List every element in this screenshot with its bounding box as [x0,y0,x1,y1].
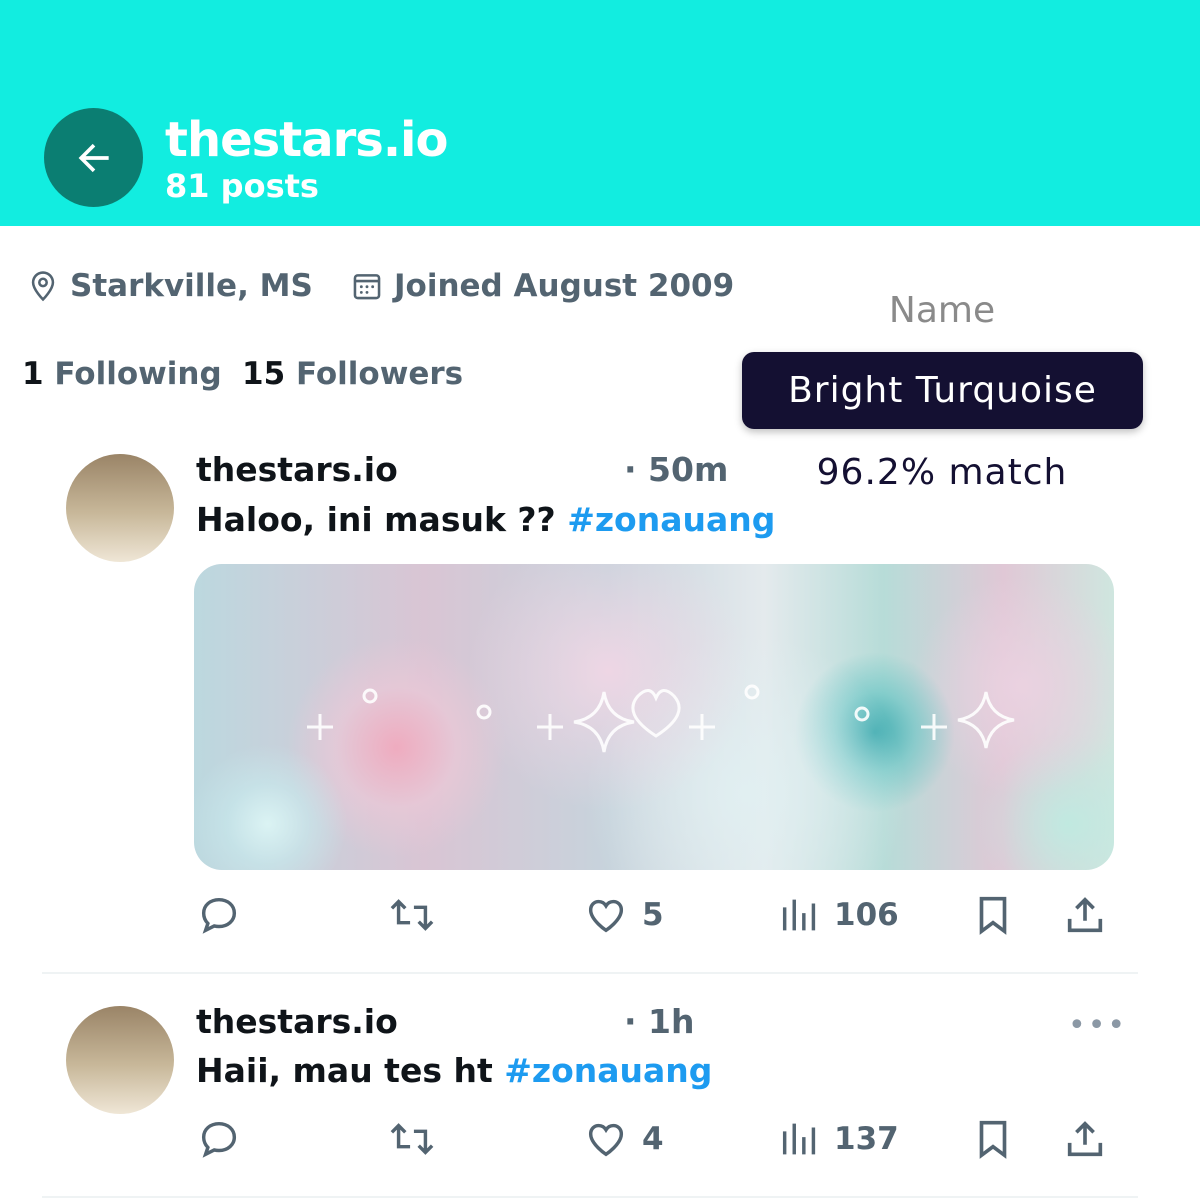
profile-location: Starkville, MS [26,264,313,308]
share-icon [1067,897,1103,933]
arrow-left-icon [78,143,109,172]
reply-icon [201,897,237,934]
heart-icon [588,899,624,933]
share-button[interactable] [1062,890,1108,940]
like-count: 4 [642,1121,664,1157]
following-label: Following [54,356,222,392]
followers-count: 15 [242,356,286,392]
repost-button[interactable] [386,1114,438,1164]
share-icon [1067,1121,1103,1157]
repost-icon [390,899,434,931]
sparkle-decoration [307,684,1015,753]
calendar-icon [353,274,381,300]
profile-joined: Joined August 2009 [350,264,734,308]
post-actions: 5 106 [0,890,1200,940]
heart-icon [588,1123,624,1157]
views-button[interactable]: 106 [778,890,899,940]
view-count: 137 [834,1121,899,1157]
like-count: 5 [642,897,664,933]
bookmark-icon [979,1120,1007,1159]
followers-label: Followers [295,356,464,392]
hashtag-link[interactable]: #zonauang [504,1051,712,1090]
more-options-icon[interactable]: ••• [1068,1008,1127,1043]
avatar[interactable] [66,1006,174,1114]
post-username[interactable]: thestars.io [196,450,398,489]
followers-link[interactable]: 15 Followers [242,356,463,392]
reply-button[interactable] [196,1114,242,1164]
view-count: 106 [834,897,899,933]
post-timestamp[interactable]: · 50m [624,450,728,489]
post-text: Haii, mau tes ht #zonauang [196,1051,712,1090]
repost-button[interactable] [386,890,438,940]
color-match-percent: 96.2% match [816,452,1068,493]
color-overlay-label: Name [888,290,996,331]
repost-icon [390,1123,434,1155]
post-media-image[interactable] [194,564,1114,870]
hashtag-link[interactable]: #zonauang [567,500,775,539]
share-button[interactable] [1062,1114,1108,1164]
following-count: 1 [22,356,44,392]
location-text: Starkville, MS [70,268,313,304]
post-divider [42,1196,1138,1198]
joined-text: Joined August 2009 [394,268,735,304]
post-username[interactable]: thestars.io [196,1002,398,1041]
location-pin-icon [31,271,55,302]
bookmark-icon [979,896,1007,935]
post-body: Haloo, ini masuk ?? [196,500,556,539]
reply-icon [201,1121,237,1158]
profile-header: thestars.io 81 posts [0,0,1200,226]
following-link[interactable]: 1 Following [22,356,222,392]
header-title: thestars.io [165,112,448,168]
post-divider [42,972,1138,974]
bookmark-button[interactable] [970,1114,1016,1164]
bookmark-button[interactable] [970,890,1016,940]
post-timestamp[interactable]: · 1h [624,1002,694,1041]
views-chart-icon [782,899,816,931]
like-button[interactable]: 5 [582,890,664,940]
views-button[interactable]: 137 [778,1114,899,1164]
color-name-pill: Bright Turquoise [742,352,1143,429]
post-actions: 4 137 [0,1114,1200,1164]
views-chart-icon [782,1123,816,1155]
post-text: Haloo, ini masuk ?? #zonauang [196,500,775,539]
avatar[interactable] [66,454,174,562]
reply-button[interactable] [196,890,242,940]
posts-count: 81 posts [165,167,319,205]
back-button[interactable] [44,108,143,207]
like-button[interactable]: 4 [582,1114,664,1164]
post-body: Haii, mau tes ht [196,1051,493,1090]
